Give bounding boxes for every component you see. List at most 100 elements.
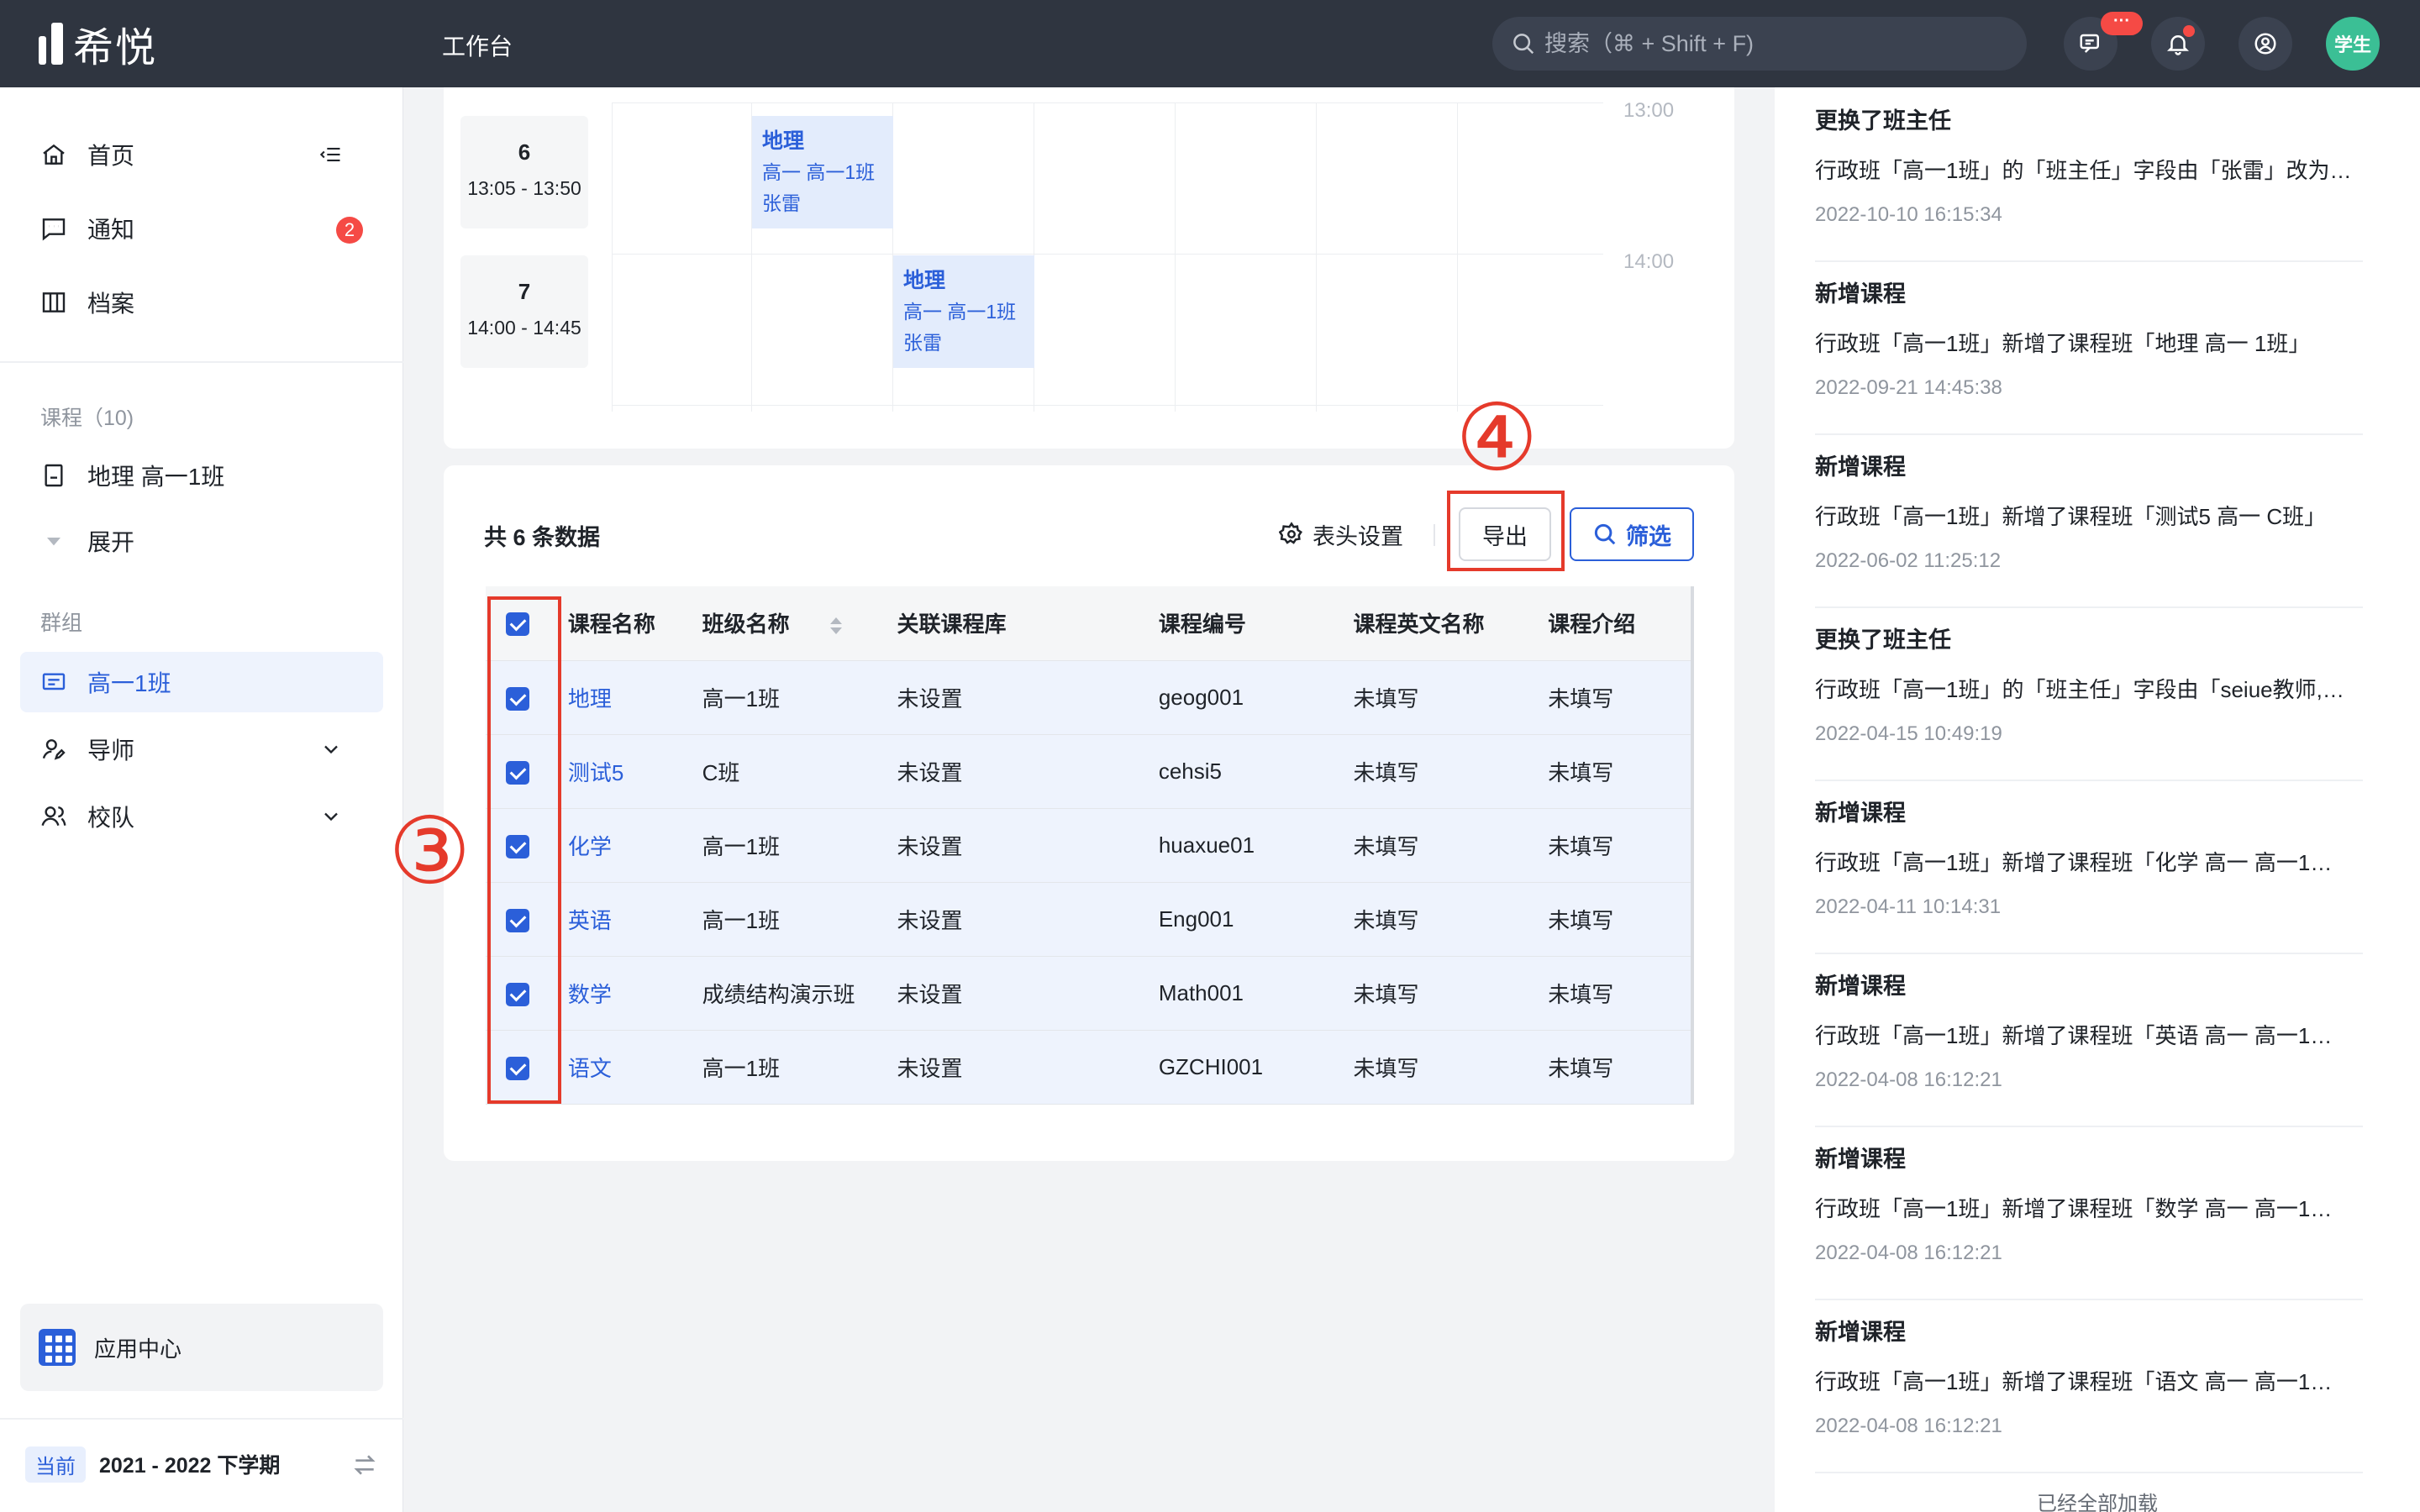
english-name-cell: 未填写: [1353, 882, 1549, 957]
messages-badge: ···: [2101, 12, 2143, 35]
avatar[interactable]: 学生: [2326, 17, 2380, 71]
course-library-cell: 未设置: [897, 734, 1159, 809]
activity-item: 新增课程 行政班「高一1班」新增了课程班「数学 高一 高一1… 2022-04-…: [1815, 1141, 2363, 1300]
annotation-step-3: ③: [388, 797, 471, 905]
period-6: 6 13:05 - 13:50: [460, 116, 588, 228]
column-header: 课程介绍: [1548, 586, 1694, 661]
english-name-cell: 未填写: [1353, 1030, 1549, 1105]
column-settings-label: 表头设置: [1313, 523, 1403, 549]
sidebar-item-label: 通知: [87, 217, 135, 243]
record-count: 共 6 条数据: [484, 525, 601, 550]
class-name-cell: 高一1班: [702, 660, 897, 735]
course-library-cell: 未设置: [897, 882, 1159, 957]
activity-item: 新增课程 行政班「高一1班」新增了课程班「语文 高一 高一1… 2022-04-…: [1815, 1314, 2363, 1473]
course-code-cell: Math001: [1158, 956, 1354, 1031]
sidebar-item-label: 高一1班: [87, 670, 171, 696]
messages-button[interactable]: ···: [2064, 12, 2143, 71]
grid-line: [612, 102, 1603, 103]
course-library-cell: 未设置: [897, 808, 1159, 883]
activity-time: 2022-04-11 10:14:31: [1815, 895, 2002, 918]
course-library-cell: 未设置: [897, 660, 1159, 735]
search-icon: [1513, 34, 1534, 55]
column-header-label: 班级名称: [702, 612, 790, 638]
intro-cell: 未填写: [1548, 660, 1694, 735]
sidebar-item-notices[interactable]: 通知 2: [20, 198, 383, 259]
expand-courses-toggle[interactable]: 展开: [20, 511, 383, 571]
activity-item: 新增课程 行政班「高一1班」新增了课程班「测试5 高一 C班」 2022-06-…: [1815, 449, 2363, 608]
activity-desc: 行政班「高一1班」新增了课程班「地理 高一 1班」: [1815, 331, 2311, 356]
course-name-link[interactable]: 英语: [568, 908, 612, 933]
lesson-class: 高一 高一1班: [903, 301, 1017, 323]
course-name-link[interactable]: 测试5: [568, 760, 623, 785]
search-input[interactable]: [1544, 30, 2015, 57]
activity-time: 2022-06-02 11:25:12: [1815, 549, 2002, 572]
activity-time: 2022-09-21 14:45:38: [1815, 376, 2002, 399]
filter-button[interactable]: 筛选: [1570, 507, 1694, 561]
sidebar: 首页 通知 2 档案 课程（10) 地理 高一1班 展开 群组 高一1班 导师 …: [0, 87, 403, 1512]
course-library-cell: 未设置: [897, 956, 1159, 1031]
course-name-link[interactable]: 语文: [568, 1056, 612, 1081]
semester-switcher[interactable]: 当前 2021 - 2022 下学期: [25, 1443, 378, 1485]
activity-divider: [1815, 780, 2363, 781]
chevron-down-icon: [324, 745, 338, 754]
users-icon: [41, 806, 66, 827]
sidebar-item-label: 导师: [87, 738, 135, 764]
sidebar-item-archive[interactable]: 档案: [20, 272, 383, 333]
chevron-down-icon: [324, 812, 338, 822]
activity-title: 更换了班主任: [1815, 627, 1951, 653]
lesson-subject: 地理: [762, 129, 805, 153]
activity-title: 更换了班主任: [1815, 108, 1951, 134]
lesson-teacher: 张雷: [762, 192, 801, 214]
sidebar-item-course[interactable]: 地理 高一1班: [20, 445, 383, 506]
column-header-sortable[interactable]: 班级名称: [702, 586, 897, 661]
activity-divider: [1815, 606, 2363, 608]
activity-item: 更换了班主任 行政班「高一1班」的「班主任」字段由「seiue教师,… 2022…: [1815, 622, 2363, 781]
sidebar-item-label: 校队: [87, 805, 135, 831]
book-icon: [45, 464, 63, 487]
archive-icon: [42, 292, 66, 312]
column-settings-button[interactable]: 表头设置: [1279, 509, 1403, 559]
course-name-link[interactable]: 地理: [568, 686, 612, 711]
activity-item: 新增课程 行政班「高一1班」新增了课程班「英语 高一 高一1… 2022-04-…: [1815, 968, 2363, 1127]
activity-time: 2022-10-10 16:15:34: [1815, 203, 2002, 226]
english-name-cell: 未填写: [1353, 956, 1549, 1031]
grid-line: [612, 102, 613, 412]
lesson-block[interactable]: 地理 高一 高一1班 张雷: [752, 116, 893, 228]
table-row: 测试5 C班 未设置 cehsi5 未填写 未填写: [486, 734, 1694, 809]
activity-item: 更换了班主任 行政班「高一1班」的「班主任」字段由「张雷」改为… 2022-10…: [1815, 102, 2363, 262]
current-semester-tag: 当前: [25, 1446, 86, 1483]
course-name-link[interactable]: 数学: [568, 982, 612, 1007]
english-name-cell: 未填写: [1353, 734, 1549, 809]
app-logo[interactable]: 希悦: [39, 20, 157, 71]
intro-cell: 未填写: [1548, 734, 1694, 809]
grid-line: [612, 405, 1603, 406]
message-square-icon: [42, 218, 66, 241]
activity-title: 新增课程: [1815, 281, 1906, 307]
activity-item: 新增课程 行政班「高一1班」新增了课程班「地理 高一 1班」 2022-09-2…: [1815, 276, 2363, 435]
sort-icon[interactable]: [829, 617, 842, 635]
notifications-button[interactable]: [2151, 17, 2205, 71]
top-bar: 希悦 工作台 ··· 学生: [0, 0, 2420, 87]
activity-time: 2022-04-08 16:12:21: [1815, 1415, 2002, 1437]
swap-icon[interactable]: [351, 1452, 378, 1478]
logo-mark-icon: [39, 23, 63, 65]
course-code-cell: GZCHI001: [1158, 1030, 1354, 1105]
app-center-button[interactable]: 应用中心: [20, 1304, 383, 1391]
notification-dot: [2183, 25, 2195, 37]
sidebar-item-team[interactable]: 校队: [20, 786, 383, 847]
sidebar-item-label: 档案: [87, 291, 135, 317]
profile-settings-button[interactable]: [2238, 17, 2292, 71]
sidebar-divider: [0, 1418, 403, 1420]
apps-grid-icon: [39, 1329, 76, 1366]
table-row: 地理 高一1班 未设置 geog001 未填写 未填写: [486, 660, 1694, 735]
sidebar-item-mentor[interactable]: 导师: [20, 719, 383, 780]
period-time: 14:00 - 14:45: [467, 317, 581, 339]
global-search[interactable]: [1492, 17, 2027, 71]
english-name-cell: 未填写: [1353, 808, 1549, 883]
lesson-teacher: 张雷: [903, 332, 942, 354]
collapse-sidebar-icon[interactable]: [319, 143, 343, 166]
course-name-link[interactable]: 化学: [568, 834, 612, 859]
sidebar-item-home[interactable]: 首页: [20, 124, 383, 185]
sidebar-item-class[interactable]: 高一1班: [20, 652, 383, 712]
lesson-block[interactable]: 地理 高一 高一1班 张雷: [893, 255, 1034, 368]
